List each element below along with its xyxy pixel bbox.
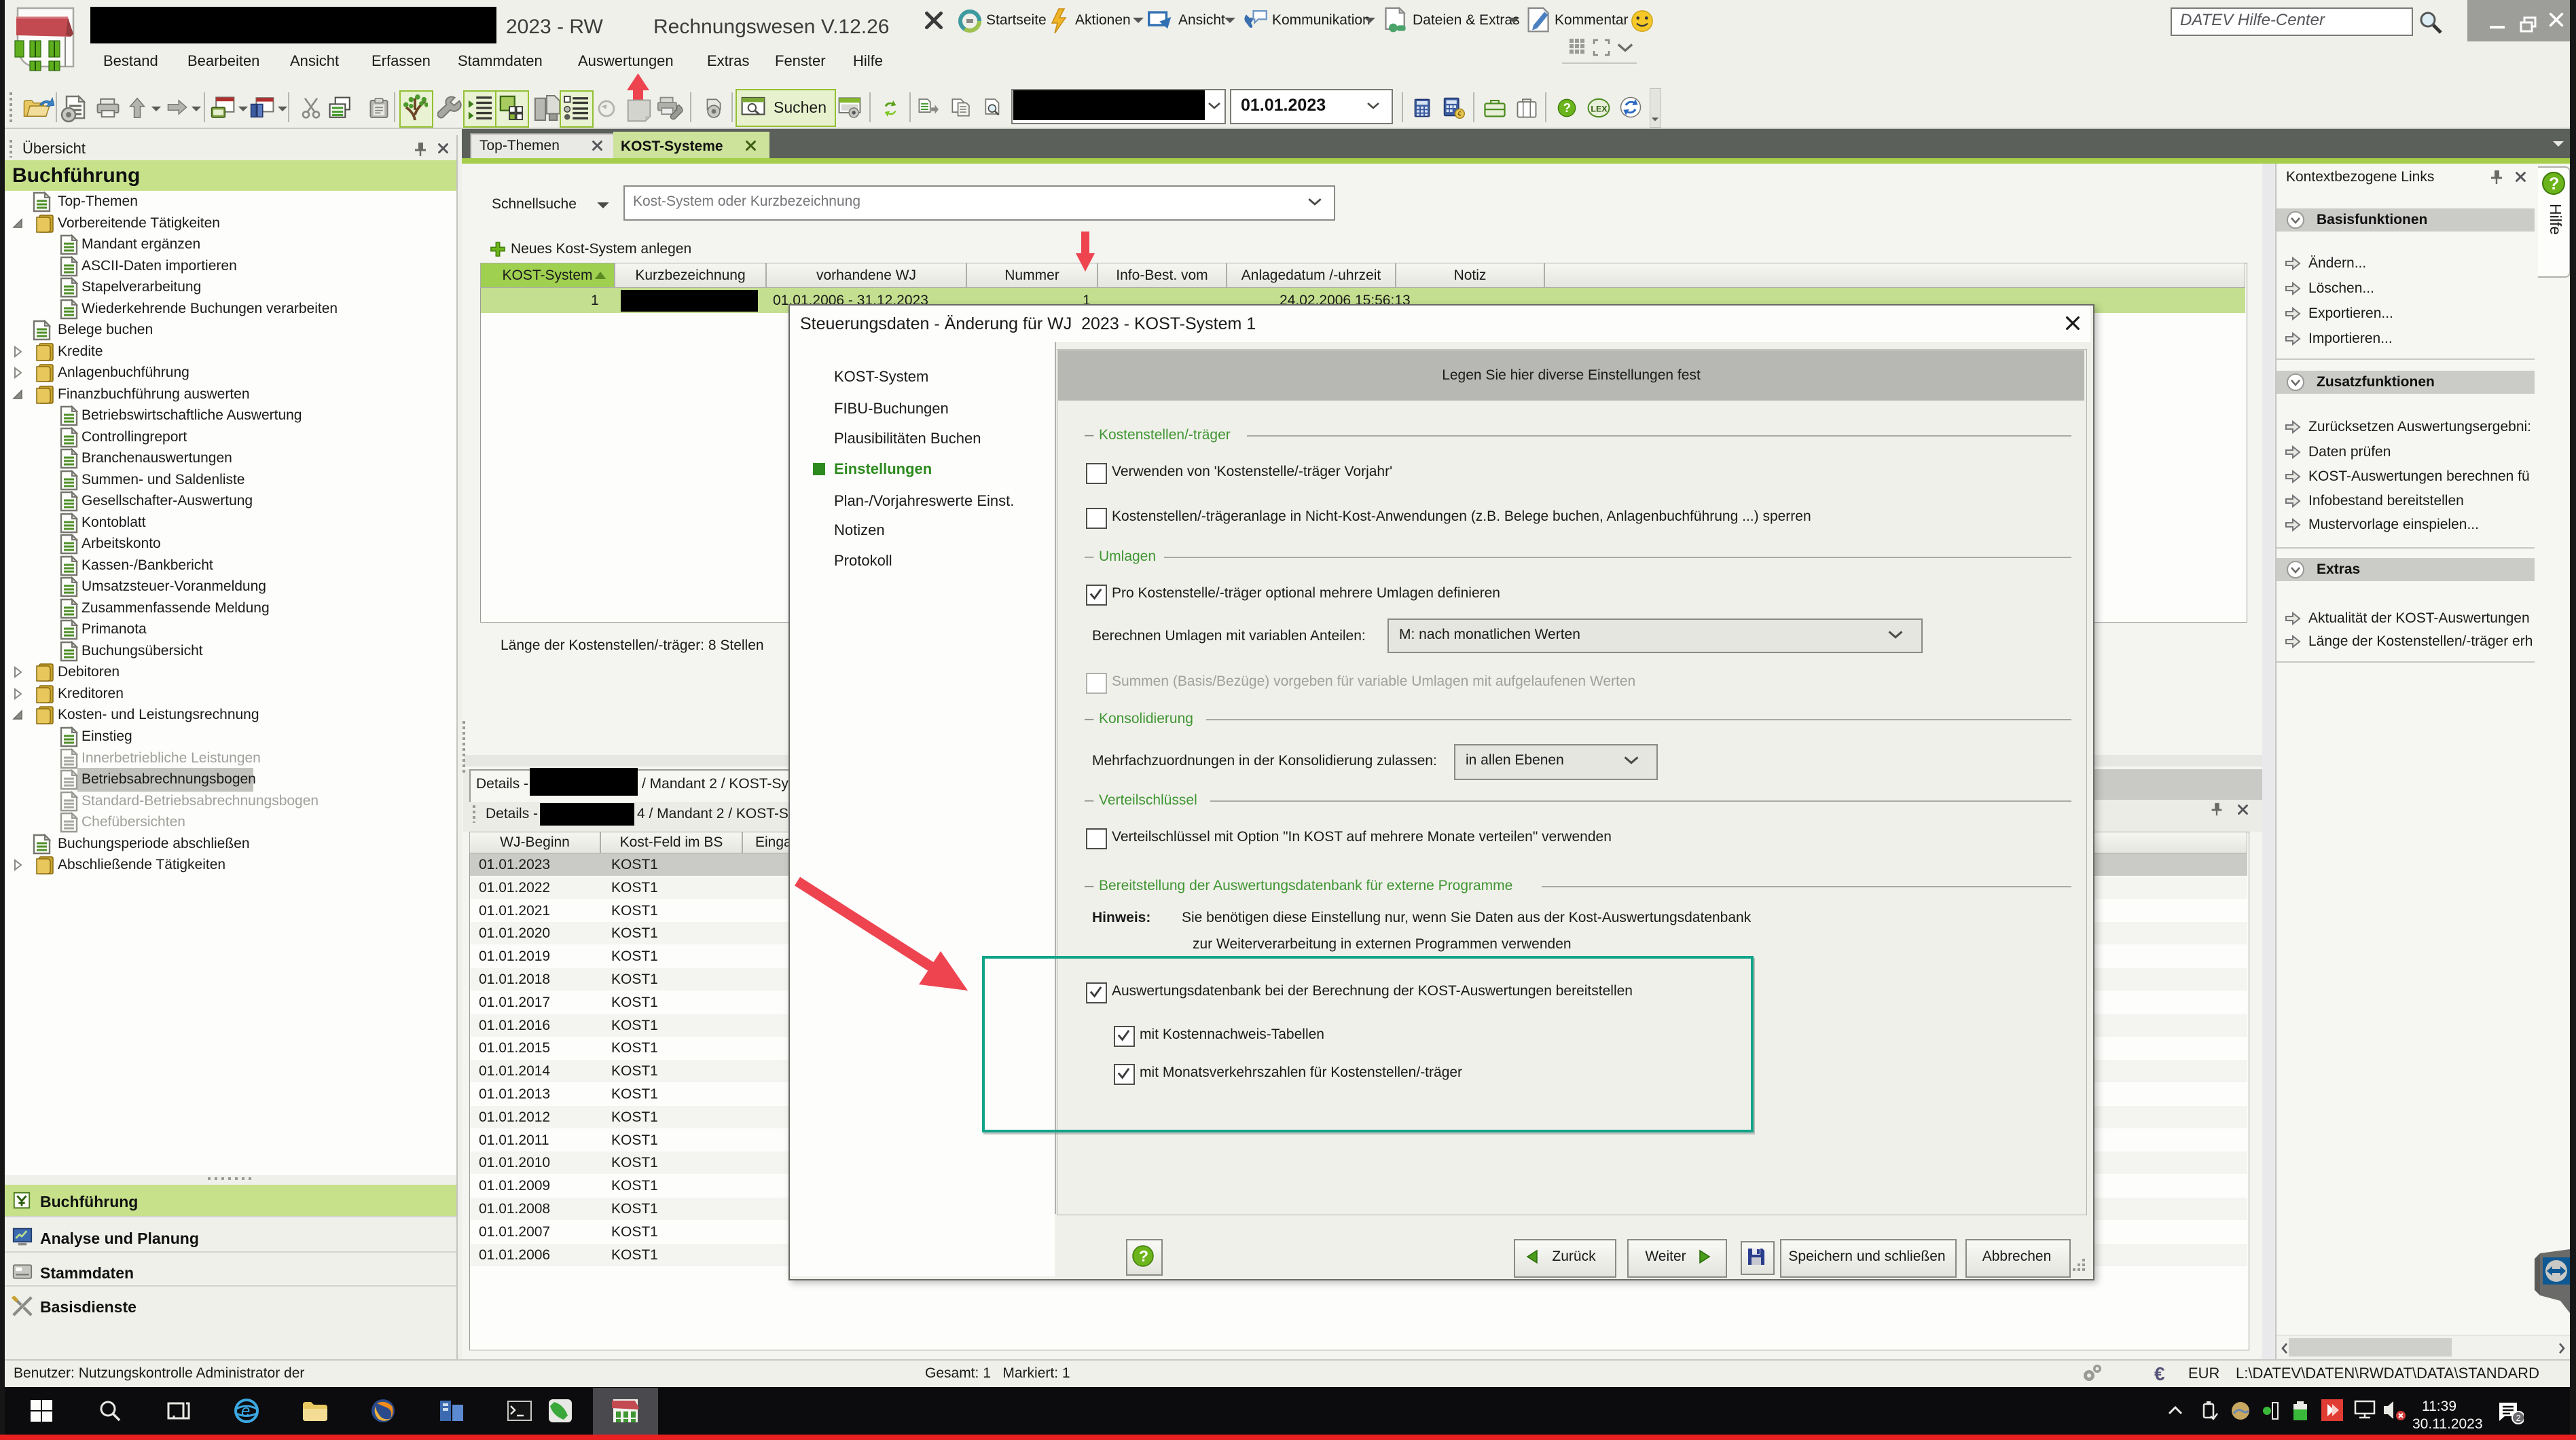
- svg-text:LEX: LEX: [1591, 104, 1608, 113]
- svg-text:?: ?: [1563, 100, 1571, 115]
- svg-text:e: e: [241, 1402, 250, 1420]
- svg-text:?: ?: [1139, 1247, 1148, 1265]
- svg-text:2: 2: [2516, 1413, 2521, 1423]
- svg-text:?: ?: [2549, 174, 2559, 193]
- svg-text:€: €: [1457, 111, 1462, 118]
